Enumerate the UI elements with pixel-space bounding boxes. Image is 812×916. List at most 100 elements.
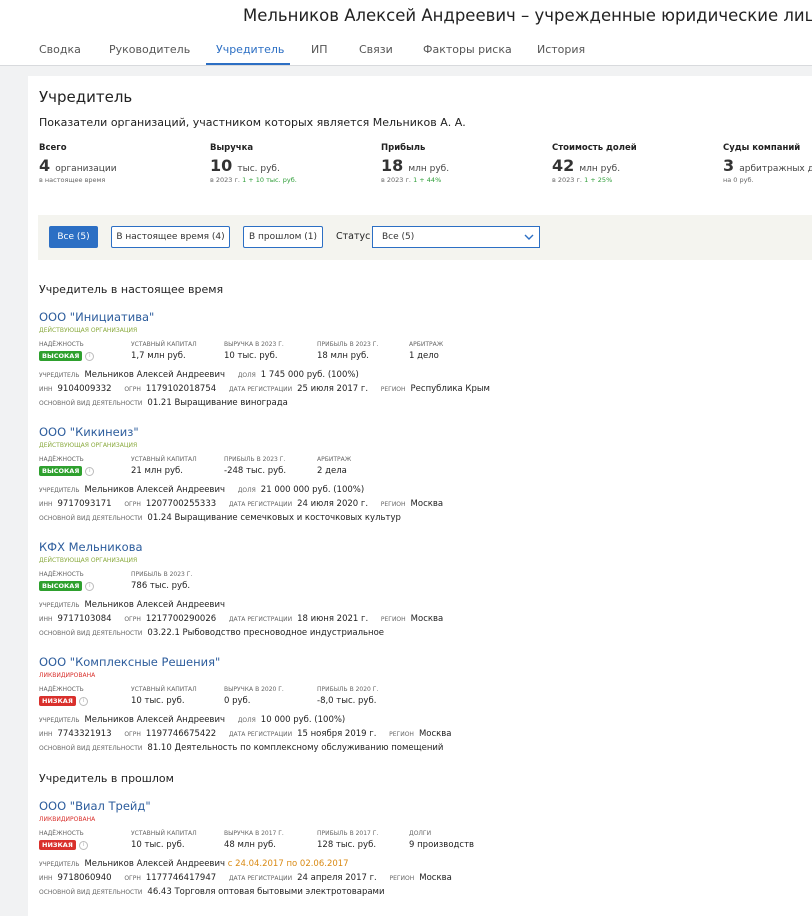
reliability-metric: Надёжность Низкая i bbox=[39, 830, 88, 851]
founder-row: Учредитель Мельников Алексей Андреевич bbox=[39, 600, 225, 610]
profit-metric: Прибыль в 2023 г. 786 тыс. руб. bbox=[131, 571, 193, 591]
revenue-metric: Выручка в 2017 г. 48 млн руб. bbox=[224, 830, 284, 850]
activity-row: Основной вид деятельности 01.24 Выращиван… bbox=[39, 513, 401, 523]
filter-all-button[interactable]: Все (5) bbox=[49, 226, 98, 248]
tab-ip[interactable]: ИП bbox=[311, 43, 328, 56]
stat-label: Всего bbox=[39, 143, 67, 153]
registry-row: ИНН 9718060940 ОГРН 1177746417947 Дата рег… bbox=[39, 873, 452, 883]
capital-metric: Уставный капитал 21 млн руб. bbox=[131, 456, 197, 476]
status-select-value: Все (5) bbox=[382, 232, 415, 242]
company-card: КФХ Мельникова Действующая организация Н… bbox=[39, 540, 799, 650]
stat-label: Прибыль bbox=[381, 143, 426, 153]
capital-metric: Уставный капитал 1,7 млн руб. bbox=[131, 341, 197, 361]
stat-unit: организации bbox=[55, 164, 117, 174]
current-founder-heading: Учредитель в настоящее время bbox=[39, 283, 224, 296]
stat-value: 18 bbox=[381, 156, 404, 175]
reliability-badge: Высокая bbox=[39, 351, 83, 361]
profit-metric: Прибыль в 2023 г. 18 млн руб. bbox=[317, 341, 379, 361]
tab-bar: Сводка Руководитель Учредитель ИП Связи … bbox=[0, 36, 812, 66]
stat-value: 42 bbox=[552, 156, 575, 175]
tab-manager[interactable]: Руководитель bbox=[109, 43, 190, 56]
founder-period: с 24.04.2017 по 02.06.2017 bbox=[227, 859, 349, 869]
company-status: Ликвидирована bbox=[39, 816, 96, 823]
stat-note: в настоящее время bbox=[39, 176, 106, 184]
reliability-metric: Надёжность Низкая i bbox=[39, 686, 88, 707]
reliability-metric: Надёжность Высокая i bbox=[39, 456, 95, 477]
info-icon[interactable]: i bbox=[78, 696, 88, 706]
stat-change: 1 + 44% bbox=[413, 176, 442, 184]
stat-note: в 2023 г. bbox=[210, 176, 240, 184]
section-subtitle: Показатели организаций, участником котор… bbox=[39, 116, 466, 129]
reliability-metric: Надёжность Высокая i bbox=[39, 341, 95, 362]
reliability-metric: Надёжность Высокая i bbox=[39, 571, 95, 592]
stat-share-value: Стоимость долей 42 млн руб. в 2023 г. 1 … bbox=[552, 143, 637, 184]
activity-row: Основной вид деятельности 01.21 Выращиван… bbox=[39, 398, 288, 408]
reliability-badge: Высокая bbox=[39, 466, 83, 476]
activity-row: Основной вид деятельности 03.22.1 Рыбовод… bbox=[39, 628, 385, 638]
arbitration-metric: Арбитраж 2 дела bbox=[317, 456, 352, 476]
reliability-badge: Высокая bbox=[39, 581, 83, 591]
company-status: Ликвидирована bbox=[39, 672, 96, 679]
stat-note: в 2023 г. bbox=[552, 176, 582, 184]
active-tab-indicator bbox=[206, 63, 290, 65]
company-name-link[interactable]: ООО "Кикинеиз" bbox=[39, 425, 139, 439]
company-card: ООО "Комплексные Решения" Ликвидирована … bbox=[39, 655, 799, 765]
stat-unit: млн руб. bbox=[408, 164, 450, 174]
stat-label: Суды компаний bbox=[723, 143, 801, 153]
stat-value: 10 bbox=[210, 156, 233, 175]
founder-row: Учредитель Мельников Алексей Андреевич с … bbox=[39, 859, 349, 869]
info-icon[interactable]: i bbox=[78, 840, 88, 850]
past-founder-heading: Учредитель в прошлом bbox=[39, 772, 174, 785]
company-name-link[interactable]: КФХ Мельникова bbox=[39, 540, 143, 554]
activity-row: Основной вид деятельности 46.43 Торговля … bbox=[39, 887, 385, 897]
founder-row: Учредитель Мельников Алексей Андреевич До… bbox=[39, 715, 346, 725]
stat-total: Всего 4 организации в настоящее время bbox=[39, 143, 117, 184]
tab-founder[interactable]: Учредитель bbox=[216, 43, 284, 56]
profit-metric: Прибыль в 2023 г. -248 тыс. руб. bbox=[224, 456, 287, 476]
registry-row: ИНН 9104009332 ОГРН 1179102018754 Дата рег… bbox=[39, 384, 490, 394]
status-label: Статус bbox=[336, 231, 371, 242]
stat-value: 3 bbox=[723, 156, 735, 175]
company-card: ООО "Инициатива" Действующая организация… bbox=[39, 310, 799, 420]
info-icon[interactable]: i bbox=[85, 581, 95, 591]
founder-row: Учредитель Мельников Алексей Андреевич До… bbox=[39, 370, 359, 380]
stat-revenue: Выручка 10 тыс. руб. в 2023 г. 1 + 10 ты… bbox=[210, 143, 297, 184]
profit-metric: Прибыль в 2017 г. 128 тыс. руб. bbox=[317, 830, 379, 850]
registry-row: ИНН 7743321913 ОГРН 1197746675422 Дата рег… bbox=[39, 729, 452, 739]
activity-row: Основной вид деятельности 81.10 Деятельно… bbox=[39, 743, 444, 753]
tab-risk-factors[interactable]: Факторы риска bbox=[423, 43, 512, 56]
filter-past-button[interactable]: В прошлом (1) bbox=[243, 226, 323, 248]
registry-row: ИНН 9717093171 ОГРН 1207700255333 Дата рег… bbox=[39, 499, 444, 509]
info-icon[interactable]: i bbox=[85, 466, 95, 476]
company-name-link[interactable]: ООО "Инициатива" bbox=[39, 310, 154, 324]
stat-unit: арбитражных дела bbox=[739, 164, 812, 174]
capital-metric: Уставный капитал 10 тыс. руб. bbox=[131, 830, 197, 850]
section-title: Учредитель bbox=[39, 88, 133, 106]
company-name-link[interactable]: ООО "Комплексные Решения" bbox=[39, 655, 220, 669]
stat-label: Выручка bbox=[210, 143, 254, 153]
capital-metric: Уставный капитал 10 тыс. руб. bbox=[131, 686, 197, 706]
company-card: ООО "Кикинеиз" Действующая организация Н… bbox=[39, 425, 799, 535]
revenue-metric: Выручка в 2023 г. 10 тыс. руб. bbox=[224, 341, 284, 361]
company-status: Действующая организация bbox=[39, 327, 138, 334]
stat-note: на 0 руб. bbox=[723, 176, 754, 184]
stat-change: 1 + 10 тыс. руб. bbox=[242, 176, 297, 184]
company-name-link[interactable]: ООО "Виал Трейд" bbox=[39, 799, 151, 813]
arbitration-metric: Арбитраж 1 дело bbox=[409, 341, 444, 361]
company-status: Действующая организация bbox=[39, 442, 138, 449]
company-status: Действующая организация bbox=[39, 557, 138, 564]
stat-note: в 2023 г. bbox=[381, 176, 411, 184]
stat-unit: тыс. руб. bbox=[237, 164, 280, 174]
tab-links[interactable]: Связи bbox=[359, 43, 393, 56]
stat-change: 1 + 25% bbox=[584, 176, 613, 184]
tab-history[interactable]: История bbox=[537, 43, 585, 56]
info-icon[interactable]: i bbox=[85, 351, 95, 361]
filter-current-button[interactable]: В настоящее время (4) bbox=[111, 226, 230, 248]
stat-courts: Суды компаний 3 арбитражных дела на 0 ру… bbox=[723, 143, 812, 184]
tab-summary[interactable]: Сводка bbox=[39, 43, 81, 56]
revenue-metric: Выручка в 2020 г. 0 руб. bbox=[224, 686, 284, 706]
company-card: ООО "Виал Трейд" Ликвидирована Надёжност… bbox=[39, 799, 799, 909]
status-select[interactable]: Все (5) bbox=[372, 226, 540, 248]
profit-metric: Прибыль в 2020 г. -8,0 тыс. руб. bbox=[317, 686, 379, 706]
stat-unit: млн руб. bbox=[579, 164, 621, 174]
